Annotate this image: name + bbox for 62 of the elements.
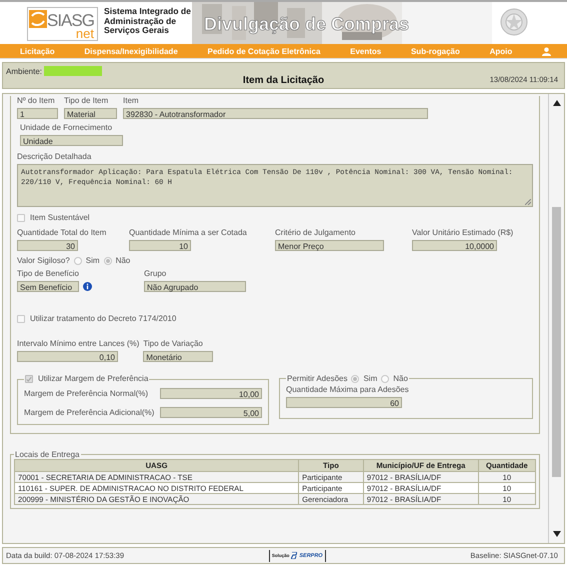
radio-label: Sim xyxy=(86,256,100,265)
scroll-down-icon[interactable] xyxy=(552,531,560,537)
section-legend: Locais de Entrega xyxy=(14,450,80,459)
checkbox[interactable] xyxy=(17,315,25,323)
item-field[interactable]: 392830 - Autotransformador xyxy=(123,108,428,119)
field-label: Nº do Item xyxy=(17,96,56,106)
field-label: Unidade de Fornecimento xyxy=(20,123,114,133)
radio-button[interactable] xyxy=(104,256,112,264)
radio-button[interactable] xyxy=(351,374,360,382)
quantity-field[interactable]: 10 xyxy=(129,240,191,251)
checkbox[interactable] xyxy=(25,375,33,383)
resize-grip-icon[interactable] xyxy=(525,199,531,205)
quantity-field[interactable]: 30 xyxy=(17,240,78,251)
field-label: Tipo de Item xyxy=(64,96,110,106)
info-icon[interactable] xyxy=(83,282,92,291)
system-name: Sistema Integrado de Administração de Serviços Gerais xyxy=(104,7,192,38)
field-label: Quantidade Máxima para Adesões xyxy=(286,385,410,395)
radio-label: Não xyxy=(116,256,130,265)
vendor-icon xyxy=(291,552,298,559)
user-icon[interactable] xyxy=(542,46,551,56)
field-label: Quantidade Mínima a ser Cotada xyxy=(129,228,248,238)
field-label: Quantidade Total do Item xyxy=(17,228,108,238)
checkbox-label: Item Sustentável xyxy=(30,213,90,223)
benefit-field[interactable]: Sem Benefício xyxy=(17,281,79,292)
unit-field[interactable]: Unidade xyxy=(20,135,123,146)
max-adhesions-field[interactable]: 60 xyxy=(286,397,402,408)
field-label: Tipo de Variação xyxy=(143,339,204,349)
radio-label: Sim xyxy=(363,374,378,383)
criterion-field[interactable]: Menor Preço xyxy=(275,240,384,251)
checkbox-label: Utilizar tratamento do Decreto 7174/2010 xyxy=(30,314,176,324)
scroll-up-icon[interactable] xyxy=(552,100,560,106)
siasg-logo: SIASG net xyxy=(27,7,98,41)
checkbox[interactable] xyxy=(17,214,25,222)
radio-button[interactable] xyxy=(381,374,390,382)
field-label: Margem de Preferência Normal(%) xyxy=(24,388,148,398)
emblem-icon xyxy=(500,8,528,36)
group-field[interactable]: Não Agrupado xyxy=(144,281,246,292)
margin-field[interactable]: 5,00 xyxy=(160,407,262,418)
page-title: Item da Licitação xyxy=(242,75,324,86)
item-type-field[interactable]: Material xyxy=(64,108,117,119)
field-label: Margem de Preferência Adicional(%) xyxy=(24,408,154,418)
bid-interval-field[interactable]: 0,10 xyxy=(17,351,118,362)
field-label: Valor Sigiloso? xyxy=(17,256,70,265)
field-label: Descrição Detalhada xyxy=(17,152,92,162)
item-number-field[interactable]: 1 xyxy=(17,108,58,119)
environment-label: Ambiente: xyxy=(6,66,42,76)
margin-field[interactable]: 10,00 xyxy=(160,388,262,399)
radio-button[interactable] xyxy=(74,256,82,264)
variation-type-field[interactable]: Monetário xyxy=(143,351,214,362)
field-label: Tipo de Benefício xyxy=(17,269,80,279)
field-label: Grupo xyxy=(144,269,168,279)
field-label: Item xyxy=(123,96,140,106)
radio-label: Não xyxy=(393,374,408,383)
scrollbar-thumb[interactable] xyxy=(552,207,561,477)
highlight-mark xyxy=(44,66,102,76)
unit-value-field[interactable]: 10,0000 xyxy=(412,240,497,251)
field-label: Intervalo Mínimo entre Lances (%) xyxy=(17,339,140,349)
checkbox-label: Utilizar Margem de Preferência xyxy=(38,374,148,384)
field-label: Permitir Adesões xyxy=(287,374,348,383)
field-label: Valor Unitário Estimado (R$) xyxy=(412,228,514,238)
banner-title: Divulgação de Compras xyxy=(204,14,410,35)
field-label: Critério de Julgamento xyxy=(275,228,356,238)
